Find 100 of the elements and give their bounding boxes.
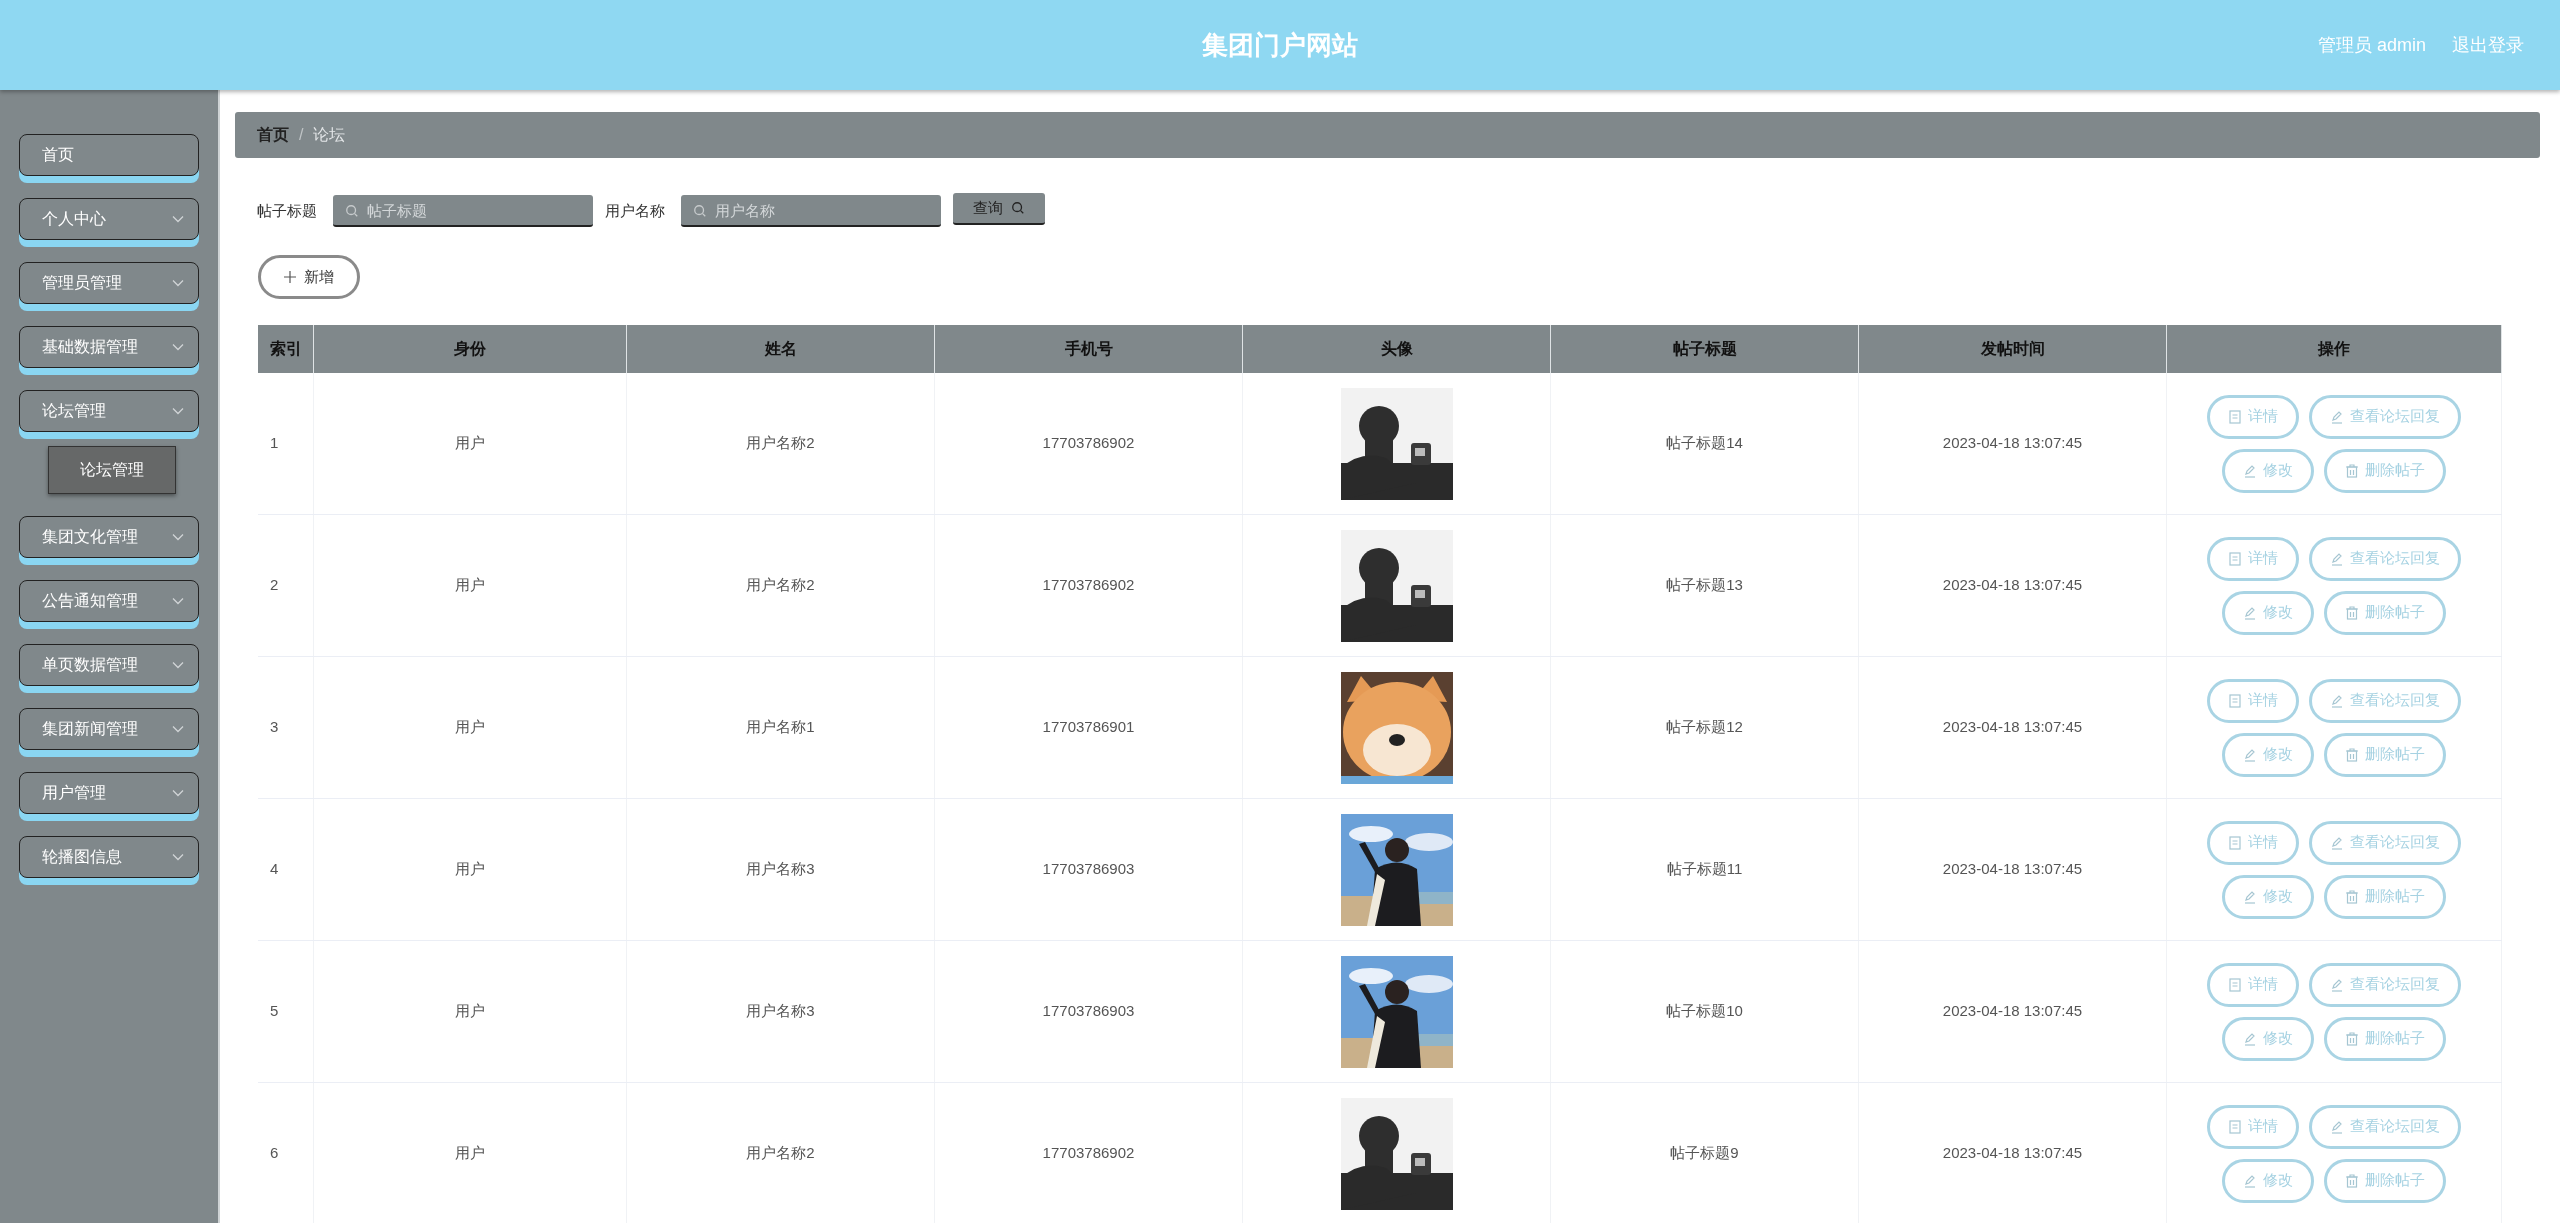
action-button[interactable]: 删除帖子 [2324,874,2446,919]
chevron-icon [172,279,184,287]
trash-icon [2345,463,2359,478]
column-header: 索引 [258,325,314,373]
table-cell-text: 用户 [455,1143,485,1164]
logout-link[interactable]: 退出登录 [2452,32,2524,59]
action-button[interactable]: 删除帖子 [2324,590,2446,635]
table-cell-text: 17703786903 [1042,1001,1135,1022]
table-cell-text: 3 [270,717,279,738]
trash-icon [2345,1031,2359,1046]
column-header: 姓名 [627,325,935,373]
action-button[interactable]: 详情 [2207,820,2299,865]
pencil-icon [2330,551,2344,566]
trash-icon [2345,889,2359,904]
search-button[interactable]: 查询 [953,193,1045,225]
chevron-icon [172,597,184,605]
search-icon [345,204,359,218]
pencil-icon [2330,977,2344,992]
table-cell-text: 2023-04-18 13:07:45 [1942,1001,2083,1022]
action-button[interactable]: 查看论坛回复 [2309,536,2461,581]
table-cell-text: 用户 [455,717,485,738]
pencil-icon [2243,1031,2257,1046]
action-button[interactable]: 详情 [2207,1104,2299,1149]
action-button[interactable]: 修改 [2222,590,2314,635]
pencil-icon [2330,693,2344,708]
chevron-icon [172,407,184,415]
action-button[interactable]: 详情 [2207,394,2299,439]
table-cell-text: 用户名称3 [746,859,815,880]
action-button[interactable]: 删除帖子 [2324,1016,2446,1061]
action-button[interactable]: 修改 [2222,874,2314,919]
table-cell-text: 17703786902 [1042,575,1135,596]
chevron-icon [172,789,184,797]
table-cell-text: 帖子标题9 [1670,1143,1739,1164]
pencil-icon [2243,889,2257,904]
breadcrumb-link[interactable]: 首页 [257,123,289,147]
table-cell-text: 2023-04-18 13:07:45 [1942,1143,2083,1164]
document-icon [2228,409,2242,424]
plus-icon [284,271,296,283]
action-button[interactable]: 删除帖子 [2324,1158,2446,1203]
table-cell-text: 1 [270,433,279,454]
document-icon [2228,551,2242,566]
breadcrumb-link[interactable]: 论坛 [313,123,346,147]
search-field[interactable]: 帖子标题 [333,195,593,227]
column-header: 操作 [2167,325,2502,373]
action-button[interactable]: 查看论坛回复 [2309,820,2461,865]
action-button[interactable]: 删除帖子 [2324,448,2446,493]
action-button[interactable]: 查看论坛回复 [2309,962,2461,1007]
field-label: 帖子标题 [257,200,317,221]
table-cell-text: 用户名称3 [746,1001,815,1022]
trash-icon [2345,1173,2359,1188]
table-cell-text: 帖子标题14 [1666,433,1743,454]
pencil-icon [2243,605,2257,620]
action-button[interactable]: 修改 [2222,1158,2314,1203]
table-cell-text: 用户 [455,433,485,454]
table-cell-text: 用户名称2 [746,1143,815,1164]
pencil-icon [2243,1173,2257,1188]
table-cell-text: 17703786901 [1042,717,1135,738]
column-header: 头像 [1243,325,1551,373]
pencil-icon [2243,747,2257,762]
action-button[interactable]: 查看论坛回复 [2309,394,2461,439]
table-cell-text: 帖子标题12 [1666,717,1743,738]
table-cell-text: 17703786903 [1042,859,1135,880]
table-cell-text: 用户 [455,575,485,596]
submenu-item[interactable]: 论坛管理 [48,446,176,494]
table-cell-text: 帖子标题10 [1666,1001,1743,1022]
table-cell-text: 帖子标题11 [1666,859,1743,880]
chevron-icon [172,343,184,351]
action-button[interactable]: 查看论坛回复 [2309,1104,2461,1149]
table-cell-text: 2023-04-18 13:07:45 [1942,717,2083,738]
table-cell-text: 6 [270,1143,279,1164]
table-cell-text: 4 [270,859,279,880]
action-button[interactable]: 修改 [2222,448,2314,493]
action-button[interactable]: 修改 [2222,1016,2314,1061]
pencil-icon [2330,835,2344,850]
pencil-icon [2243,463,2257,478]
chevron-icon [172,661,184,669]
chevron-icon [172,853,184,861]
breadcrumb-separator: / [299,125,304,145]
table-cell-text: 2 [270,575,279,596]
action-button[interactable]: 详情 [2207,678,2299,723]
action-button[interactable]: 修改 [2222,732,2314,777]
action-button[interactable]: 详情 [2207,536,2299,581]
table-cell-text: 17703786902 [1042,433,1135,454]
action-button[interactable]: 删除帖子 [2324,732,2446,777]
action-button[interactable]: 详情 [2207,962,2299,1007]
search-field[interactable]: 用户名称 [681,195,941,227]
table-cell-text: 帖子标题13 [1666,575,1743,596]
document-icon [2228,977,2242,992]
column-header: 手机号 [935,325,1243,373]
add-button[interactable]: 新增 [258,255,360,299]
action-button[interactable]: 查看论坛回复 [2309,678,2461,723]
column-header: 帖子标题 [1551,325,1859,373]
admin-username: 管理员 admin [2317,34,2426,57]
pencil-icon [2330,409,2344,424]
table-cell-text: 5 [270,1001,279,1022]
table-cell-text: 用户 [455,859,485,880]
search-icon [693,204,707,218]
search-icon [1011,201,1025,215]
table-cell-text: 2023-04-18 13:07:45 [1942,859,2083,880]
document-icon [2228,1119,2242,1134]
